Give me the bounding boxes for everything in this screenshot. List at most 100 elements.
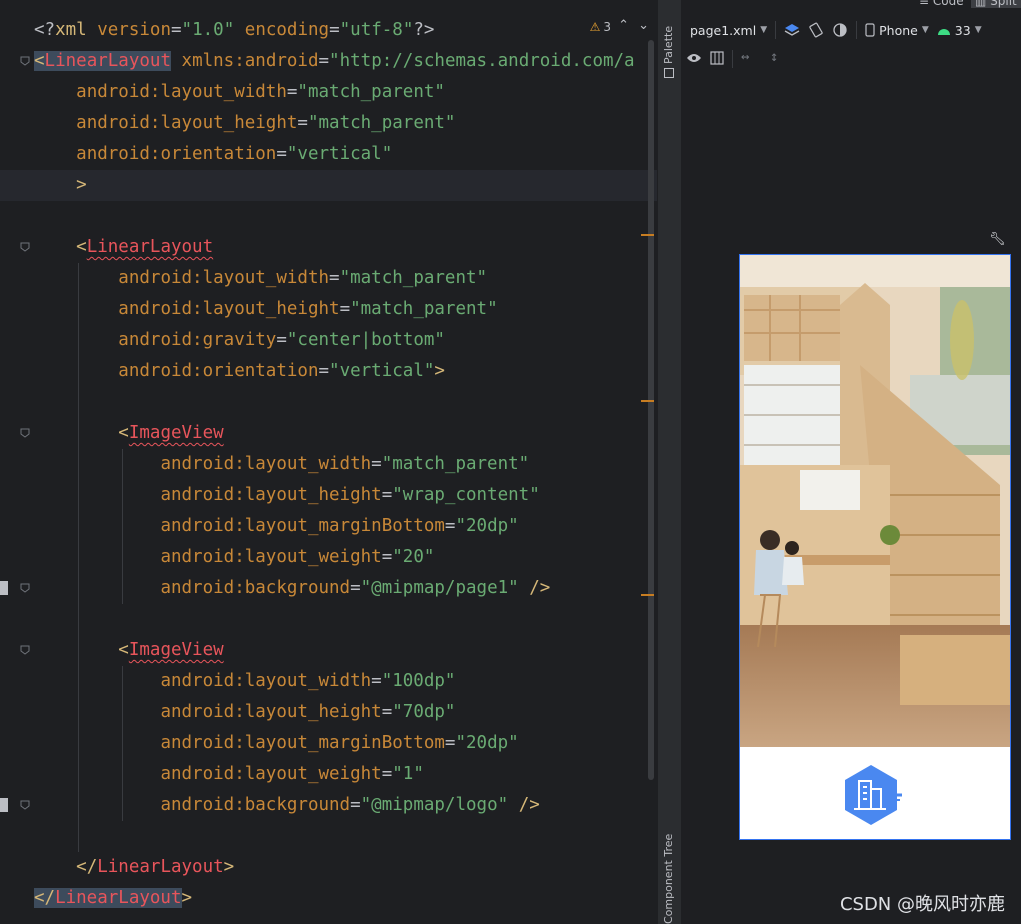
code-token: = — [350, 578, 361, 598]
fold-icon[interactable] — [20, 645, 30, 655]
code-token: = — [444, 733, 456, 753]
code-line[interactable]: <?xml version="1.0" encoding="utf-8"?> — [0, 15, 657, 46]
blueprint-icon — [710, 51, 724, 65]
fold-icon[interactable] — [20, 242, 30, 252]
code-text: android:layout_height="wrap_content" — [34, 480, 539, 511]
code-token: "@mipmap/page1" — [360, 578, 519, 598]
palette-icon[interactable] — [664, 68, 674, 78]
fold-icon[interactable] — [20, 800, 30, 810]
code-line[interactable]: android:orientation="vertical"> — [0, 356, 657, 387]
chevron-down-icon: ▼ — [921, 25, 929, 35]
code-token: > — [223, 857, 235, 877]
theme-button[interactable] — [828, 22, 852, 38]
code-token: android:gravity — [118, 330, 277, 350]
code-token: = — [297, 113, 308, 133]
code-line[interactable]: android:layout_width="match_parent" — [0, 77, 657, 108]
code-token: android:layout_width — [118, 268, 330, 288]
code-line[interactable]: android:layout_height="match_parent" — [0, 294, 657, 325]
file-selector[interactable]: page1.xml ▼ — [686, 23, 771, 38]
code-mode-button[interactable]: ≡ Code — [919, 0, 964, 8]
code-token: android:background — [160, 578, 351, 598]
code-editor[interactable]: <?xml version="1.0" encoding="utf-8"?> <L… — [0, 0, 657, 924]
code-text: android:layout_width="100dp" — [34, 666, 455, 697]
code-token: = — [350, 795, 361, 815]
code-line[interactable]: </LinearLayout> — [0, 883, 657, 914]
code-token: "1" — [392, 764, 424, 784]
layout-toolbar: page1.xml ▼ Phone ▼ 33 ▼ — [681, 16, 1021, 44]
previous-highlight-icon[interactable]: ⌃ — [618, 18, 629, 33]
code-line[interactable]: > — [0, 170, 657, 201]
device-preview[interactable] — [739, 254, 1011, 840]
code-line[interactable]: android:orientation="vertical" — [0, 139, 657, 170]
device-selector[interactable]: Phone ▼ — [861, 23, 933, 38]
code-line[interactable]: android:gravity="center|bottom" — [0, 325, 657, 356]
code-line[interactable]: android:layout_height="70dp" — [0, 697, 657, 728]
indent-guide — [122, 449, 123, 604]
image-preview-icon[interactable] — [0, 798, 8, 812]
vertical-resize-icon[interactable]: ↕ — [770, 49, 778, 65]
api-label: 33 — [954, 22, 971, 38]
code-line[interactable]: android:layout_width="match_parent" — [0, 449, 657, 480]
code-line[interactable]: </LinearLayout> — [0, 852, 657, 883]
code-line[interactable]: android:layout_marginBottom="20dp" — [0, 728, 657, 759]
warning-stripe-marker[interactable] — [641, 400, 654, 402]
code-line[interactable]: <LinearLayout xmlns:android="http://sche… — [0, 46, 657, 77]
code-line[interactable]: android:layout_width="match_parent" — [0, 263, 657, 294]
horizontal-resize-icon[interactable]: ↔ — [741, 49, 749, 65]
code-text: <LinearLayout — [34, 232, 213, 263]
code-token: android:orientation — [118, 361, 319, 381]
warning-stripe-marker[interactable] — [641, 234, 654, 236]
code-line[interactable]: android:layout_width="100dp" — [0, 666, 657, 697]
split-mode-button[interactable]: ▥ Split — [971, 0, 1021, 8]
code-token: /> — [529, 578, 551, 598]
code-line[interactable]: android:layout_marginBottom="20dp" — [0, 511, 657, 542]
code-line[interactable] — [0, 821, 657, 852]
file-label: page1.xml — [690, 22, 757, 38]
component-tree-tab[interactable]: Component Tree — [662, 834, 675, 924]
fold-icon[interactable] — [20, 428, 30, 438]
code-token: = — [276, 144, 287, 164]
orientation-button[interactable] — [804, 22, 828, 38]
code-line[interactable]: android:layout_height="wrap_content" — [0, 480, 657, 511]
editor-scrollbar[interactable] — [648, 40, 654, 780]
fold-icon[interactable] — [20, 56, 30, 66]
image-preview-icon[interactable] — [0, 581, 8, 595]
code-line[interactable] — [0, 387, 657, 418]
code-text: android:orientation="vertical" — [34, 139, 392, 170]
code-text: android:gravity="center|bottom" — [34, 325, 445, 356]
api-level-selector[interactable]: 33 ▼ — [933, 23, 986, 38]
device-label: Phone — [879, 22, 918, 38]
wrench-icon[interactable]: 🔧︎ — [989, 232, 1006, 247]
design-surface-button[interactable] — [780, 22, 804, 38]
code-token: "vertical" — [286, 144, 393, 164]
code-line[interactable] — [0, 604, 657, 635]
fold-icon[interactable] — [20, 583, 30, 593]
code-line[interactable]: android:layout_weight="1" — [0, 759, 657, 790]
next-highlight-icon[interactable]: ⌄ — [638, 18, 649, 33]
code-line[interactable]: android:background="@mipmap/logo" /> — [0, 790, 657, 821]
code-line[interactable]: <ImageView — [0, 635, 657, 666]
eye-icon — [687, 54, 701, 62]
palette-tab[interactable]: Palette — [662, 26, 675, 64]
toolbar-divider — [856, 21, 858, 39]
code-token: encoding — [244, 20, 330, 40]
design-preview-panel: ≡ Code ▥ Split page1.xml ▼ Phone ▼ 33 ▼ — [681, 0, 1021, 924]
code-line[interactable]: <LinearLayout — [0, 232, 657, 263]
code-token: < — [34, 51, 45, 71]
code-line[interactable] — [0, 201, 657, 232]
code-token: = — [339, 299, 351, 319]
code-line[interactable]: <ImageView — [0, 418, 657, 449]
code-line[interactable]: android:layout_weight="20" — [0, 542, 657, 573]
split-mode-label: Split — [990, 0, 1017, 8]
warning-stripe-marker[interactable] — [641, 594, 654, 596]
code-token: <? — [34, 20, 56, 40]
code-token: ImageView — [128, 423, 224, 443]
theme-icon — [833, 23, 847, 37]
warnings-indicator[interactable]: ⚠ 3 — [590, 20, 611, 34]
code-line[interactable]: android:layout_height="match_parent" — [0, 108, 657, 139]
code-line[interactable]: android:background="@mipmap/page1" /> — [0, 573, 657, 604]
